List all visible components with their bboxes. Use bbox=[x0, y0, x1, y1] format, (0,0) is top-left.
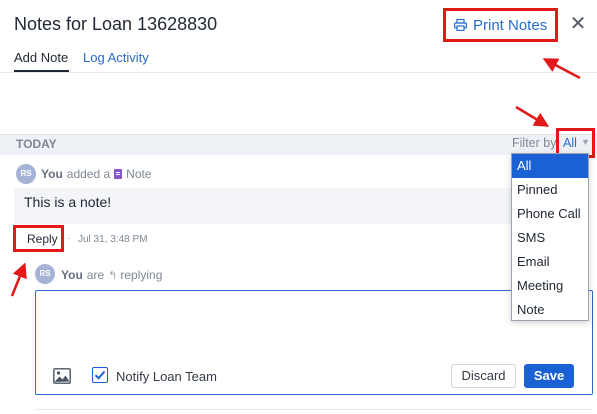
note-meta: You added a Note bbox=[41, 167, 152, 181]
filter-option-meeting[interactable]: Meeting bbox=[512, 274, 588, 298]
filter-option-all[interactable]: All bbox=[512, 154, 588, 178]
close-icon[interactable]: ✕ bbox=[569, 14, 587, 34]
note-action: added a bbox=[66, 167, 111, 181]
filter-option-pinned[interactable]: Pinned bbox=[512, 178, 588, 202]
print-notes-button[interactable]: Print Notes bbox=[454, 16, 547, 34]
filter-option-email[interactable]: Email bbox=[512, 250, 588, 274]
note-type: Note bbox=[126, 167, 152, 181]
arrow-to-filter bbox=[515, 105, 550, 127]
section-label: TODAY bbox=[16, 137, 57, 151]
notify-checkbox[interactable] bbox=[92, 367, 108, 383]
tabs-divider bbox=[0, 72, 597, 73]
section-header-bar bbox=[0, 134, 597, 155]
filter-label: Filter by: bbox=[512, 136, 560, 150]
note-text: This is a note! bbox=[24, 194, 112, 210]
arrow-to-reply bbox=[10, 262, 27, 297]
avatar: RS bbox=[35, 264, 55, 284]
note-icon bbox=[114, 169, 123, 179]
filter-dropdown-menu: All Pinned Phone Call SMS Email Meeting Note bbox=[511, 153, 589, 321]
tab-log-activity[interactable]: Log Activity bbox=[83, 50, 149, 65]
filter-option-phone-call[interactable]: Phone Call bbox=[512, 202, 588, 226]
bottom-divider bbox=[35, 409, 593, 410]
notify-label: Notify Loan Team bbox=[116, 369, 217, 384]
save-button[interactable]: Save bbox=[524, 364, 574, 388]
note-author: You bbox=[41, 167, 63, 181]
discard-button[interactable]: Discard bbox=[451, 364, 516, 388]
print-notes-label: Print Notes bbox=[473, 16, 548, 34]
separator-dot: · bbox=[67, 233, 71, 244]
reply-arrow-icon: ↰ bbox=[108, 269, 118, 282]
reply-button[interactable]: Reply bbox=[27, 232, 58, 246]
filter-option-sms[interactable]: SMS bbox=[512, 226, 588, 250]
checkmark-icon bbox=[94, 370, 106, 380]
arrow-to-print-notes bbox=[542, 58, 581, 80]
avatar: RS bbox=[16, 164, 36, 184]
reply-meta: You are ↰ replying bbox=[61, 268, 162, 282]
printer-icon bbox=[454, 19, 467, 31]
note-timestamp: Jul 31, 3:48 PM bbox=[78, 234, 148, 245]
page-title: Notes for Loan 13628830 bbox=[14, 14, 218, 34]
reply-author: You bbox=[61, 268, 83, 282]
tab-add-note[interactable]: Add Note bbox=[14, 50, 68, 65]
image-icon[interactable] bbox=[53, 368, 71, 384]
reply-status-prefix: are bbox=[86, 268, 105, 282]
filter-option-note[interactable]: Note bbox=[512, 298, 588, 322]
reply-status: replying bbox=[120, 268, 163, 282]
